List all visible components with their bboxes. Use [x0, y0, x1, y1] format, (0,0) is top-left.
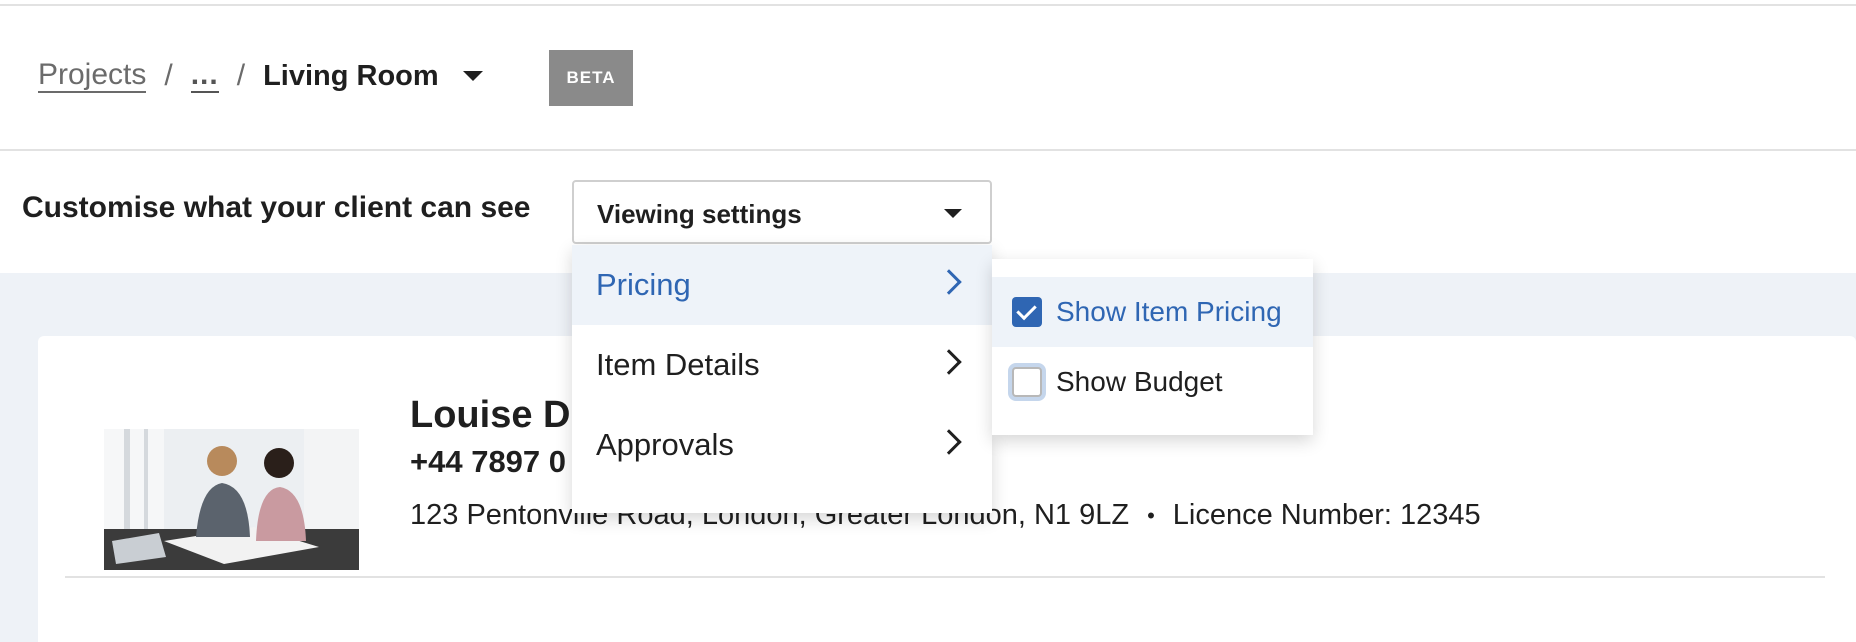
viewing-settings-label: Viewing settings	[597, 199, 802, 229]
checkbox-empty-icon[interactable]	[1012, 367, 1042, 397]
option-label: Show Item Pricing	[1056, 296, 1282, 327]
company-phone: +44 7897 0	[410, 444, 567, 479]
pricing-submenu: Show Item Pricing Show Budget	[992, 259, 1313, 435]
licence-number: Licence Number: 12345	[1172, 499, 1481, 531]
breadcrumb-current-room: Living Room	[263, 60, 439, 92]
company-name: Louise De	[410, 394, 592, 436]
breadcrumb: Projects / ... / Living Room	[38, 56, 483, 96]
menu-item-label: Approvals	[596, 427, 734, 462]
show-item-pricing-option[interactable]: Show Item Pricing	[992, 277, 1313, 347]
customise-label: Customise what your client can see	[22, 191, 531, 224]
company-photo	[104, 429, 359, 570]
option-label: Show Budget	[1056, 366, 1223, 397]
menu-item-approvals[interactable]: Approvals	[572, 405, 992, 485]
show-budget-option[interactable]: Show Budget	[992, 347, 1313, 417]
viewing-settings-select[interactable]: Viewing settings	[572, 180, 992, 244]
chevron-right-icon	[936, 429, 962, 455]
beta-badge: BETA	[549, 50, 633, 106]
breadcrumb-projects-link[interactable]: Projects	[38, 59, 147, 93]
breadcrumb-separator: /	[164, 59, 173, 92]
card-divider	[65, 576, 1825, 578]
menu-item-pricing[interactable]: Pricing	[572, 245, 992, 325]
breadcrumb-ellipsis-link[interactable]: ...	[190, 59, 219, 93]
checkbox-checked-icon[interactable]	[1012, 297, 1042, 327]
page-header: Projects / ... / Living Room BETA	[0, 6, 1856, 151]
menu-item-item-details[interactable]: Item Details	[572, 325, 992, 405]
menu-item-label: Item Details	[596, 347, 760, 382]
chevron-right-icon	[936, 269, 962, 295]
caret-down-icon[interactable]	[462, 71, 483, 81]
viewing-settings-menu: Pricing Item Details Approvals	[572, 245, 992, 513]
dot-separator: •	[1147, 502, 1155, 528]
chevron-right-icon	[936, 349, 962, 375]
caret-down-icon	[944, 209, 962, 218]
menu-item-label: Pricing	[596, 267, 691, 302]
breadcrumb-separator: /	[236, 59, 246, 92]
